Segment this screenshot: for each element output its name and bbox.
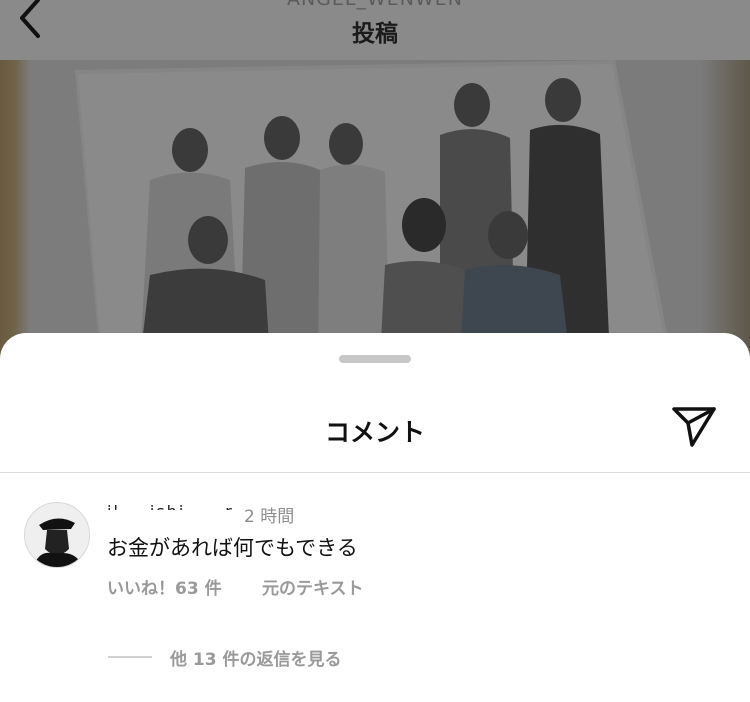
group-photo-image <box>75 60 672 360</box>
sheet-grabber-handle[interactable] <box>339 355 411 363</box>
header-username: ANGEL_WENWEN <box>0 0 750 10</box>
comment-timestamp: 2 時間 <box>244 507 295 527</box>
original-text-link[interactable]: 元のテキスト <box>262 574 364 599</box>
divider <box>0 472 750 473</box>
avatar-image <box>25 503 89 567</box>
username-redaction <box>107 510 253 524</box>
page-title: 投稿 <box>352 21 398 47</box>
avatar[interactable] <box>24 502 90 568</box>
paper-plane-icon[interactable] <box>670 405 718 449</box>
comment-text: お金があれば何でもできる <box>107 536 358 560</box>
view-replies-link[interactable]: 他 13 件の返信を見る <box>170 645 342 670</box>
post-photo <box>0 60 750 360</box>
like-count[interactable]: いいね！63 件 <box>107 574 222 599</box>
comments-title: コメント <box>324 418 425 447</box>
replies-divider-line <box>108 656 152 658</box>
post-header: ANGEL_WENWEN 投稿 <box>0 0 750 60</box>
comments-sheet: コメント il___ishi____r 2 時間 お金があれば何でもできる いい… <box>0 333 750 702</box>
